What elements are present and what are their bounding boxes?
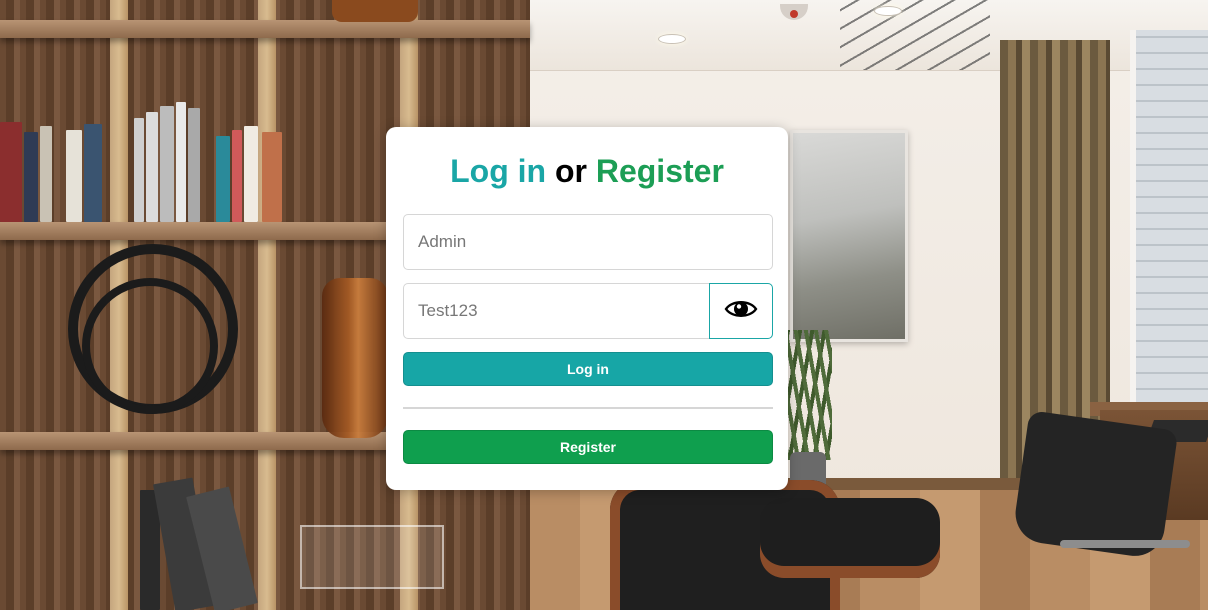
divider: [403, 407, 773, 409]
background-ring-sculpture: [82, 278, 218, 414]
background-window: [1130, 30, 1208, 420]
background-shelf-board: [0, 20, 530, 38]
card-title: Log in or Register: [386, 151, 788, 191]
title-login-word: Log in: [450, 153, 547, 189]
background-painting: [790, 130, 908, 342]
background-books: [0, 102, 290, 222]
background-ceiling-vent: [840, 0, 990, 70]
login-button-label: Log in: [567, 361, 609, 377]
background-ceiling-light: [658, 34, 686, 44]
password-input[interactable]: [403, 283, 710, 339]
background-glass-box: [300, 525, 444, 589]
background-office-chair-base: [1060, 540, 1190, 548]
register-button[interactable]: Register: [403, 430, 773, 464]
title-register-word: Register: [595, 153, 724, 189]
eye-icon: [724, 298, 758, 325]
login-button[interactable]: Log in: [403, 352, 773, 386]
login-card: Log in or Register Log in Register: [386, 127, 788, 490]
toggle-password-visibility-button[interactable]: [709, 283, 773, 339]
register-button-label: Register: [559, 439, 617, 455]
background-plant: [786, 330, 832, 460]
background-books: [140, 470, 258, 610]
background-vase: [322, 278, 388, 438]
background-ottoman: [760, 498, 940, 578]
background-shelf-post: [258, 0, 276, 610]
username-input[interactable]: [403, 214, 773, 270]
background-office-chair: [1011, 410, 1179, 560]
background-ceiling-light: [874, 6, 902, 16]
title-connector-word: or: [554, 153, 587, 189]
background-bowl: [332, 0, 418, 22]
